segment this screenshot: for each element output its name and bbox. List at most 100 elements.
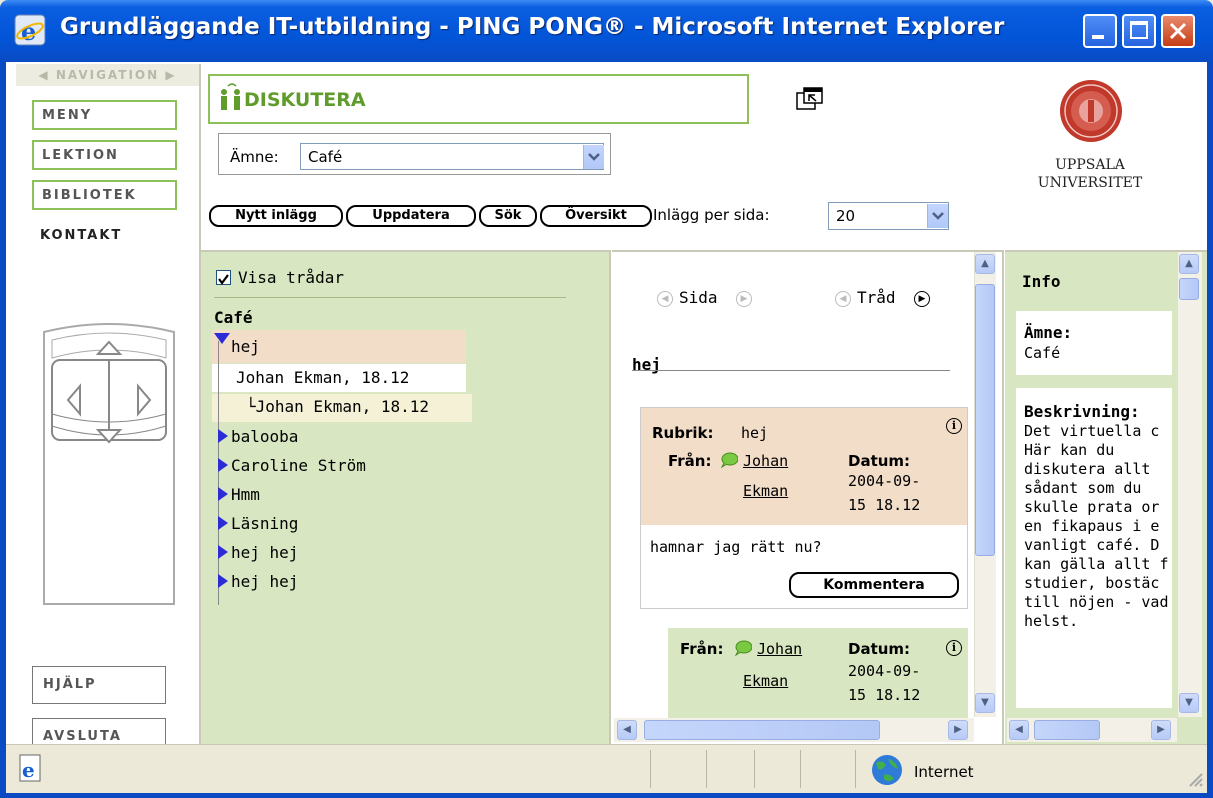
new-window-icon[interactable] (796, 87, 824, 111)
discussion-people-icon (221, 83, 240, 110)
divider (632, 370, 950, 371)
thread-item[interactable]: Hmm (231, 485, 260, 504)
forum-title: Café (214, 308, 253, 327)
scroll-up-icon[interactable]: ▲ (1179, 254, 1199, 274)
tree-line (218, 341, 219, 605)
thread-reply-nested[interactable]: └Johan Ekman, 18.12 (246, 397, 429, 416)
date-value-line1: 2004-09- (848, 472, 921, 490)
scroll-thumb[interactable] (975, 284, 995, 556)
ie-logo-icon[interactable]: e (14, 14, 46, 46)
show-threads-label: Visa trådar (238, 268, 344, 287)
info-topic-label: Ämne: (1024, 323, 1073, 342)
window-title: Grundläggande IT-utbildning - PING PONG®… (60, 14, 1005, 40)
globe-icon (872, 755, 902, 785)
author-link-surname[interactable]: Ekman (743, 672, 788, 690)
desc-line: Här kan du (1024, 441, 1115, 459)
scroll-up-icon[interactable]: ▲ (975, 254, 995, 274)
desc-line: helst. (1024, 612, 1079, 630)
post-body: hamnar jag rätt nu? (650, 538, 822, 556)
thread-label: Tråd (857, 288, 896, 307)
author-link[interactable]: Johan (743, 452, 788, 470)
show-threads-checkbox[interactable] (216, 270, 231, 285)
hscroll-thumb[interactable] (1034, 720, 1100, 740)
author-link[interactable]: Johan (757, 640, 802, 658)
nav-kontakt-item[interactable]: KONTAKT (40, 228, 122, 243)
resize-grip-icon[interactable] (1186, 770, 1204, 788)
info-description-text: Det virtuella c Här kan du diskutera all… (1024, 422, 1169, 631)
nav-bibliotek-button[interactable]: BIBLIOTEK (32, 180, 177, 210)
scroll-down-icon[interactable]: ▼ (1179, 693, 1199, 713)
next-page-icon[interactable]: ▶ (736, 291, 752, 307)
author-link-surname[interactable]: Ekman (743, 482, 788, 500)
scroll-right-icon[interactable]: ▶ (948, 720, 968, 740)
topic-select[interactable] (300, 143, 604, 170)
minimize-icon (1092, 35, 1104, 39)
from-label: Från: (668, 452, 712, 470)
thread-reply[interactable]: Johan Ekman, 18.12 (236, 368, 409, 387)
maximize-button[interactable] (1122, 14, 1156, 48)
topic-label: Ämne: (230, 148, 279, 166)
comment-button[interactable]: Kommentera (789, 572, 959, 598)
divider (214, 297, 566, 298)
chevron-down-icon[interactable] (583, 145, 604, 169)
subject-label: Rubrik: (652, 424, 714, 442)
scroll-left-icon[interactable]: ◀ (1009, 720, 1029, 740)
thread-item[interactable]: Caroline Ström (231, 456, 366, 475)
scroll-thumb[interactable] (1179, 278, 1199, 300)
date-label: Datum: (848, 640, 911, 658)
desc-line: vanligt café. D (1024, 536, 1160, 554)
help-button[interactable]: HJÄLP (32, 666, 166, 704)
university-name: UPPSALA UNIVERSITET (1025, 156, 1155, 192)
from-label: Från: (680, 640, 724, 658)
close-icon (1169, 22, 1187, 40)
thread-item-hej[interactable]: hej (231, 337, 260, 356)
new-post-button[interactable]: Nytt inlägg (209, 205, 343, 227)
next-thread-icon[interactable]: ▶ (914, 291, 930, 307)
per-page-value: 20 (836, 207, 856, 225)
hscroll-thumb[interactable] (644, 720, 880, 740)
scroll-down-icon[interactable]: ▼ (975, 693, 995, 713)
nav-header: ◀ NAVIGATION ▶ (16, 64, 199, 86)
remote-control (43, 323, 175, 605)
uppsala-seal-logo (1060, 80, 1122, 142)
exit-button[interactable]: AVSLUTA (32, 718, 166, 746)
info-icon[interactable]: i (946, 418, 962, 434)
prev-thread-icon[interactable]: ◀ (835, 291, 851, 307)
info-scrollbar[interactable] (1177, 252, 1202, 717)
per-page-label: Inlägg per sida: (653, 206, 770, 224)
status-zone: Internet (914, 763, 974, 781)
thread-item[interactable]: hej hej (231, 543, 298, 562)
collapsed-triangle-icon (218, 516, 228, 530)
close-button[interactable] (1161, 14, 1195, 48)
info-topic-value: Café (1024, 344, 1061, 362)
prev-page-icon[interactable]: ◀ (657, 291, 673, 307)
status-divider (800, 750, 801, 788)
svg-text:e: e (22, 758, 35, 782)
thread-panel (201, 250, 611, 746)
maximize-icon (1130, 21, 1148, 39)
scroll-left-icon[interactable]: ◀ (617, 720, 637, 740)
desc-line: till nöjen - vad (1024, 593, 1169, 611)
desc-line: sådant som du (1024, 479, 1142, 497)
thread-item[interactable]: hej hej (231, 572, 298, 591)
overview-button[interactable]: Översikt (540, 205, 652, 227)
nav-meny-button[interactable]: MENY (32, 100, 177, 130)
collapsed-triangle-icon (218, 574, 228, 588)
thread-item[interactable]: balooba (231, 427, 298, 446)
info-topic-box: Ämne: Café (1016, 311, 1172, 375)
date-value-line2: 15 18.12 (848, 686, 921, 704)
thread-item[interactable]: Läsning (231, 514, 298, 533)
info-description-label: Beskrivning: (1024, 402, 1140, 421)
refresh-button[interactable]: Uppdatera (346, 205, 476, 227)
expanded-triangle-icon (214, 333, 230, 344)
desc-line: Det virtuella c (1024, 422, 1160, 440)
search-button[interactable]: Sök (479, 205, 537, 227)
chevron-down-icon[interactable] (927, 204, 948, 228)
info-icon[interactable]: i (946, 640, 962, 656)
nav-lektion-button[interactable]: LEKTION (32, 140, 177, 170)
minimize-button[interactable] (1083, 14, 1117, 48)
chat-bubble-icon (734, 640, 752, 656)
date-value-line2: 15 18.12 (848, 496, 921, 514)
status-divider (855, 750, 856, 788)
scroll-right-icon[interactable]: ▶ (1151, 720, 1171, 740)
